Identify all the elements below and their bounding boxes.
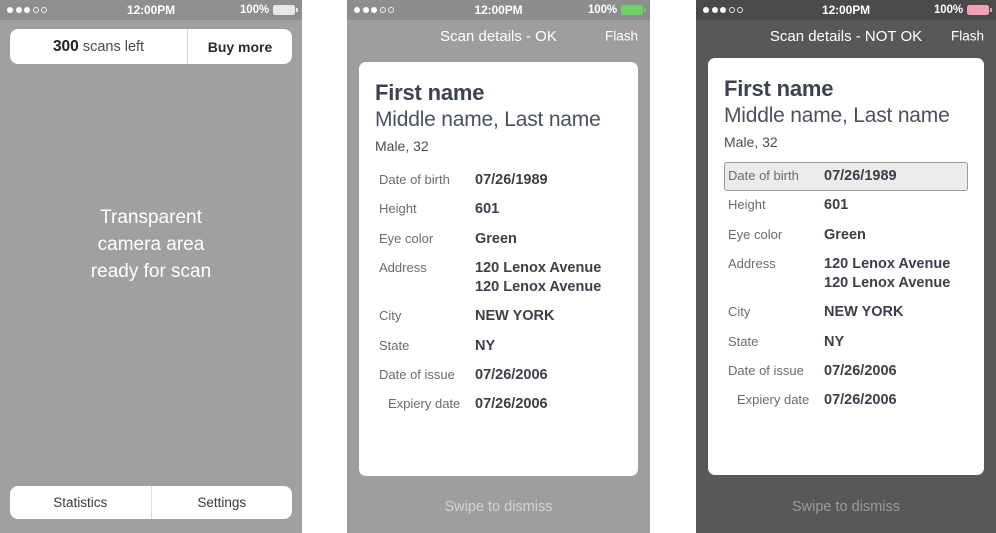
- detail-row[interactable]: Date of issue 07/26/2006: [724, 357, 968, 386]
- detail-row-label: State: [379, 337, 410, 353]
- first-name-heading: First name: [375, 80, 485, 105]
- battery-percent-label: 100%: [933, 4, 963, 16]
- detail-row-value: 601: [475, 201, 500, 218]
- detail-row-label: City: [379, 308, 402, 324]
- detail-row-value: 07/26/1989: [824, 168, 897, 184]
- detail-row[interactable]: Expiery date 07/26/2006: [375, 390, 622, 419]
- detail-row-label: State: [728, 333, 759, 349]
- scan-details-card: First name Middle name, Last name Male, …: [708, 58, 984, 475]
- status-bar-right: 100%: [933, 4, 992, 16]
- battery-percent-label: 100%: [239, 4, 269, 16]
- buy-more-button[interactable]: Buy more: [188, 29, 292, 64]
- detail-row[interactable]: Date of birth 07/26/1989: [724, 162, 968, 192]
- detail-row-value: NEW YORK: [475, 308, 555, 325]
- signal-strength-icon: [703, 7, 743, 13]
- battery-icon: [621, 5, 646, 15]
- detail-row-label: Date of birth: [728, 168, 799, 183]
- detail-row[interactable]: State NY: [375, 332, 622, 361]
- detail-row-label: City: [728, 304, 751, 320]
- detail-row-value: 07/26/2006: [475, 366, 548, 383]
- scans-remaining-label: 300 scans left: [10, 29, 188, 64]
- detail-row-value: 07/26/2006: [475, 396, 548, 413]
- detail-row[interactable]: Address 120 Lenox Avenue 120 Lenox Avenue: [724, 250, 968, 299]
- other-names-heading: Middle name, Last name: [724, 104, 950, 127]
- status-bar-right: 100%: [239, 4, 298, 16]
- scans-remaining-bar: 300 scans left Buy more: [10, 29, 292, 64]
- status-bar-right: 100%: [587, 4, 646, 16]
- scans-left-text: scans left: [82, 38, 145, 55]
- detail-row[interactable]: City NEW YORK: [375, 302, 622, 331]
- detail-row-value: NY: [824, 333, 845, 350]
- detail-row-label: Date of birth: [379, 172, 450, 187]
- details-field-list: Date of birth 07/26/1989 Height 601 Eye colo…: [375, 166, 622, 420]
- camera-hint-line-2: camera area: [97, 233, 205, 255]
- status-bar: 12:00PM 100%: [0, 0, 302, 20]
- scan-details-card: First name Middle name, Last name Male, …: [359, 62, 638, 476]
- status-bar: 12:00PM 100%: [696, 0, 996, 20]
- detail-row-label: Height: [379, 201, 417, 217]
- camera-hint-line-3: ready for scan: [90, 260, 212, 282]
- bottom-toolbar: Statistics Settings: [10, 486, 292, 519]
- scans-count: 300: [52, 37, 79, 55]
- page-title: Scan details - OK: [440, 27, 557, 45]
- detail-row[interactable]: Eye color Green: [375, 225, 622, 254]
- detail-row-value: 07/26/2006: [824, 392, 897, 409]
- detail-row[interactable]: Expiery date 07/26/2006: [724, 386, 968, 415]
- phone-screen-details-ok: 12:00PM 100% Scan details - OK Flash Fir…: [347, 0, 650, 533]
- statistics-button[interactable]: Statistics: [10, 486, 152, 519]
- detail-row-value: Green: [824, 226, 866, 243]
- navigation-bar: Scan details - NOT OK Flash: [696, 20, 996, 52]
- detail-row[interactable]: City NEW YORK: [724, 298, 968, 327]
- detail-row-value: Green: [475, 230, 517, 247]
- swipe-to-dismiss-hint[interactable]: Swipe to dismiss: [696, 499, 996, 515]
- phone-screen-details-not-ok: 12:00PM 100% Scan details - NOT OK Flash…: [696, 0, 996, 533]
- swipe-to-dismiss-hint[interactable]: Swipe to dismiss: [347, 499, 650, 515]
- status-bar: 12:00PM 100%: [347, 0, 650, 20]
- detail-row-label: Address: [728, 255, 776, 271]
- first-name-heading: First name: [724, 76, 834, 101]
- detail-row[interactable]: Date of issue 07/26/2006: [375, 361, 622, 390]
- screenshot-stage: 12:00PM 100% 300 scans left Buy more Tra…: [0, 0, 996, 533]
- other-names-heading: Middle name, Last name: [375, 108, 601, 131]
- detail-row-value: NEW YORK: [824, 304, 904, 321]
- detail-row-label: Expiery date: [388, 396, 461, 412]
- detail-row-value: 601: [824, 197, 849, 214]
- phone-screen-scan: 12:00PM 100% 300 scans left Buy more Tra…: [0, 0, 302, 533]
- detail-row[interactable]: Date of birth 07/26/1989: [375, 166, 622, 195]
- detail-row[interactable]: Height 601: [724, 191, 968, 220]
- gender-age-line: Male, 32: [724, 134, 778, 150]
- detail-row-label: Address: [379, 259, 427, 275]
- detail-row-label: Height: [728, 197, 766, 213]
- detail-row-label: Expiery date: [737, 392, 810, 408]
- detail-row[interactable]: Eye color Green: [724, 221, 968, 250]
- flash-button[interactable]: Flash: [605, 29, 638, 44]
- signal-strength-icon: [354, 7, 394, 13]
- flash-button[interactable]: Flash: [951, 29, 984, 44]
- detail-row[interactable]: Address 120 Lenox Avenue 120 Lenox Avenue: [375, 254, 622, 303]
- detail-row-label: Date of issue: [728, 362, 804, 378]
- detail-row-value: 07/26/2006: [824, 362, 897, 379]
- gender-age-line: Male, 32: [375, 138, 429, 154]
- page-title: Scan details - NOT OK: [769, 27, 923, 45]
- battery-percent-label: 100%: [587, 4, 617, 16]
- settings-button[interactable]: Settings: [152, 486, 293, 519]
- detail-row[interactable]: State NY: [724, 328, 968, 357]
- detail-row-value: 120 Lenox Avenue 120 Lenox Avenue: [475, 259, 602, 296]
- details-field-list: Date of birth 07/26/1989 Height 601 Eye colo…: [724, 162, 968, 416]
- signal-strength-icon: [7, 7, 47, 13]
- battery-icon: [967, 5, 992, 15]
- detail-row-value: NY: [475, 337, 496, 354]
- detail-row-value: 120 Lenox Avenue 120 Lenox Avenue: [824, 255, 951, 292]
- camera-preview-area[interactable]: Transparent camera area ready for scan: [0, 205, 302, 286]
- detail-row[interactable]: Height 601: [375, 195, 622, 224]
- detail-row-label: Eye color: [728, 226, 783, 242]
- detail-row-value: 07/26/1989: [475, 172, 548, 188]
- camera-hint-line-1: Transparent: [100, 207, 202, 228]
- navigation-bar: Scan details - OK Flash: [347, 20, 650, 52]
- battery-icon: [273, 5, 298, 15]
- detail-row-label: Eye color: [379, 230, 434, 246]
- detail-row-label: Date of issue: [379, 366, 455, 382]
